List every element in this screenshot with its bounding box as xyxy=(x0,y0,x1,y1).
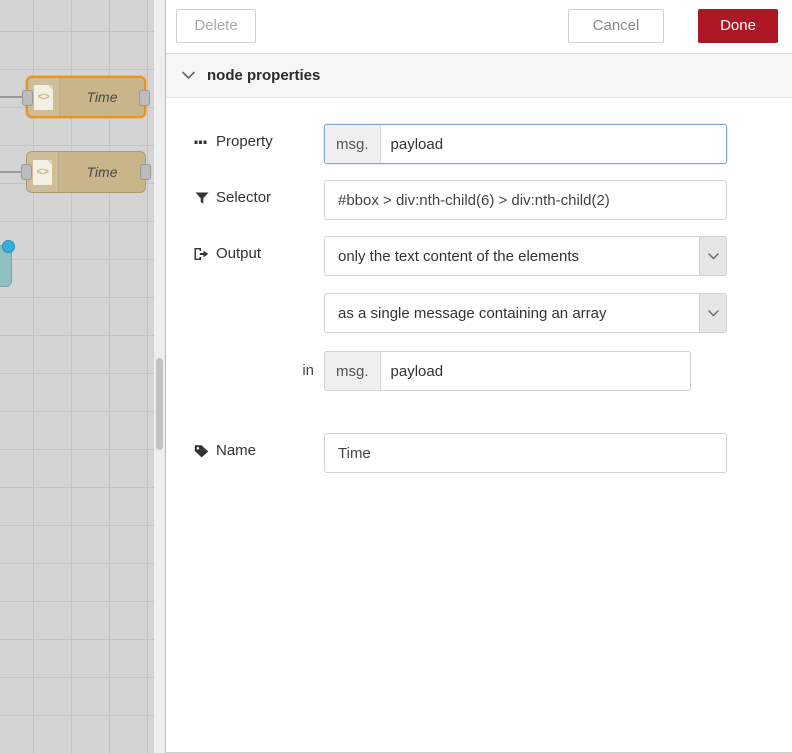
node-properties-form: Property msg. payload Selector #bbox > d… xyxy=(166,98,792,752)
flow-node-time-2[interactable]: <> Time xyxy=(21,151,151,193)
form-row-name: Name Time xyxy=(166,433,792,473)
ellipsis-icon xyxy=(194,135,209,150)
section-title: node properties xyxy=(207,67,321,84)
form-row-selector: Selector #bbox > div:nth-child(6) > div:… xyxy=(166,180,792,220)
output-delivery-select[interactable]: as a single message containing an array xyxy=(324,293,727,333)
tag-icon xyxy=(194,444,209,459)
output-select-two-field: as a single message containing an array xyxy=(324,293,727,333)
selector-label-group: Selector xyxy=(194,180,324,216)
output-select-one-field: only the text content of the elements xyxy=(324,236,727,276)
selector-field: #bbox > div:nth-child(6) > div:nth-child… xyxy=(324,180,727,220)
property-typed-input[interactable]: msg. payload xyxy=(324,124,727,164)
cancel-button[interactable]: Cancel xyxy=(568,9,664,43)
name-label-group: Name xyxy=(194,433,324,469)
node-status-dot xyxy=(2,240,15,253)
output-target-input[interactable]: payload xyxy=(381,352,690,390)
name-field: Time xyxy=(324,433,727,473)
node-properties-section-header[interactable]: node properties xyxy=(166,54,792,98)
output-label-group: Output xyxy=(194,236,324,272)
output-target-type-prefix-button[interactable]: msg. xyxy=(325,352,381,390)
output-target-typed-input[interactable]: msg. payload xyxy=(324,351,691,391)
form-row-output: Output only the text content of the elem… xyxy=(166,236,792,276)
selector-input[interactable]: #bbox > div:nth-child(6) > div:nth-child… xyxy=(324,180,727,220)
flow-node-label: Time xyxy=(86,164,118,180)
property-input[interactable]: payload xyxy=(381,125,726,163)
node-input-port[interactable] xyxy=(22,90,33,106)
form-row-property: Property msg. payload xyxy=(166,124,792,164)
flow-node-label: Time xyxy=(86,89,118,105)
flow-canvas[interactable]: <> Time <> Time xyxy=(0,0,165,753)
node-input-port[interactable] xyxy=(21,164,32,180)
output-label: Output xyxy=(216,245,262,262)
node-output-port[interactable] xyxy=(139,90,150,106)
done-button[interactable]: Done xyxy=(698,9,778,43)
chevron-down-icon[interactable] xyxy=(699,294,726,332)
canvas-scrollbar-track[interactable] xyxy=(154,0,165,753)
node-edit-panel: Delete Cancel Done node properties Prope… xyxy=(165,0,792,753)
property-label: Property xyxy=(216,133,273,150)
delete-button[interactable]: Delete xyxy=(176,9,256,43)
canvas-scrollbar-thumb[interactable] xyxy=(156,358,163,450)
output-format-select[interactable]: only the text content of the elements xyxy=(324,236,727,276)
filter-icon xyxy=(194,191,209,206)
in-word-label: in xyxy=(302,362,314,379)
chevron-down-icon[interactable] xyxy=(699,237,726,275)
code-document-icon: <> xyxy=(34,84,53,110)
property-label-group: Property xyxy=(194,124,324,160)
panel-header: Delete Cancel Done xyxy=(166,0,792,54)
property-field: msg. payload xyxy=(324,124,727,164)
node-output-port[interactable] xyxy=(140,164,151,180)
selector-label: Selector xyxy=(216,189,272,206)
output-target-field: msg. payload xyxy=(324,351,691,391)
form-row-output-delivery: as a single message containing an array xyxy=(166,293,792,333)
output-format-selected-value: only the text content of the elements xyxy=(338,247,579,265)
flow-node-time-1[interactable]: <> Time xyxy=(22,76,150,118)
form-row-output-target: in msg. payload xyxy=(166,351,792,391)
name-input[interactable]: Time xyxy=(324,433,727,473)
output-delivery-selected-value: as a single message containing an array xyxy=(338,304,607,322)
chevron-down-icon xyxy=(182,69,195,82)
property-type-prefix-button[interactable]: msg. xyxy=(325,125,381,163)
code-document-icon: <> xyxy=(33,159,52,185)
name-label: Name xyxy=(216,442,257,459)
sign-out-icon xyxy=(194,247,209,262)
